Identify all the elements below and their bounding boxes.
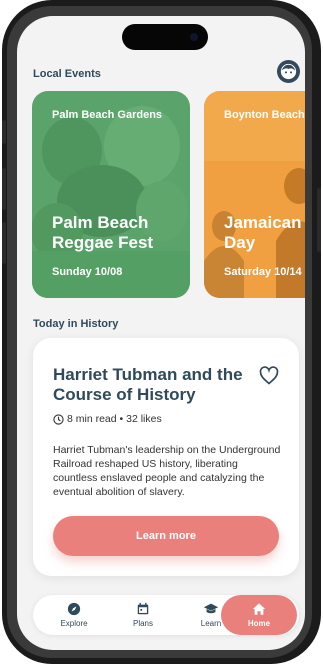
event-date: Sunday 10/08 (52, 266, 123, 278)
graduation-cap-icon (203, 603, 219, 614)
profile-avatar-button[interactable] (277, 60, 300, 83)
local-events-carousel[interactable]: Palm Beach Gardens Palm Beach Reggae Fes… (32, 91, 305, 299)
event-name: Jamaican Heroes Day (224, 213, 302, 252)
event-name: Palm Beach Reggae Fest (52, 213, 154, 252)
read-time-and-likes: 8 min read • 32 likes (67, 413, 162, 425)
tab-label: Home (247, 619, 271, 628)
phone-volume-down-button (2, 222, 6, 264)
app-screen: Local Events Palm Beach Gardens Palm Bea… (17, 16, 305, 650)
clock-icon (53, 413, 64, 425)
phone-volume-up-button (2, 168, 6, 210)
bottom-tab-bar: Explore Plans Learn Home (33, 595, 299, 635)
camera-lens (190, 33, 198, 41)
tab-explore[interactable]: Explore (43, 595, 105, 635)
event-city: Palm Beach Gardens (52, 109, 163, 121)
event-date: Saturday 10/14 (224, 266, 302, 278)
local-events-heading: Local Events (33, 68, 101, 80)
tab-plans[interactable]: Plans (113, 595, 173, 635)
heart-icon (259, 366, 279, 385)
today-in-history-heading: Today in History (33, 318, 119, 330)
calendar-icon (137, 602, 149, 615)
event-card-palm-beach-reggae-fest[interactable]: Palm Beach Gardens Palm Beach Reggae Fes… (32, 91, 190, 298)
favorite-button[interactable] (259, 366, 279, 386)
article-meta: 8 min read • 32 likes (53, 413, 162, 425)
history-article-card[interactable]: Harriet Tubman and the Course of History… (33, 338, 299, 576)
article-summary: Harriet Tubman's leadership on the Under… (53, 444, 281, 498)
learn-more-button[interactable]: Learn more (53, 516, 279, 556)
face-avatar-icon (280, 63, 297, 80)
tab-label: Explore (60, 619, 88, 628)
article-title: Harriet Tubman and the Course of History (53, 365, 243, 404)
compass-icon (67, 602, 81, 616)
tab-home[interactable]: Home (221, 595, 297, 635)
dynamic-island (122, 24, 208, 50)
tab-label: Plans (132, 619, 153, 628)
tab-label: Learn (200, 619, 222, 628)
home-icon (252, 603, 266, 615)
event-card-jamaican-heroes-day[interactable]: Boynton Beach Jamaican Heroes Day Saturd… (204, 91, 305, 298)
event-city: Boynton Beach (224, 109, 305, 121)
phone-power-button (317, 188, 321, 252)
phone-side-button (2, 120, 6, 144)
